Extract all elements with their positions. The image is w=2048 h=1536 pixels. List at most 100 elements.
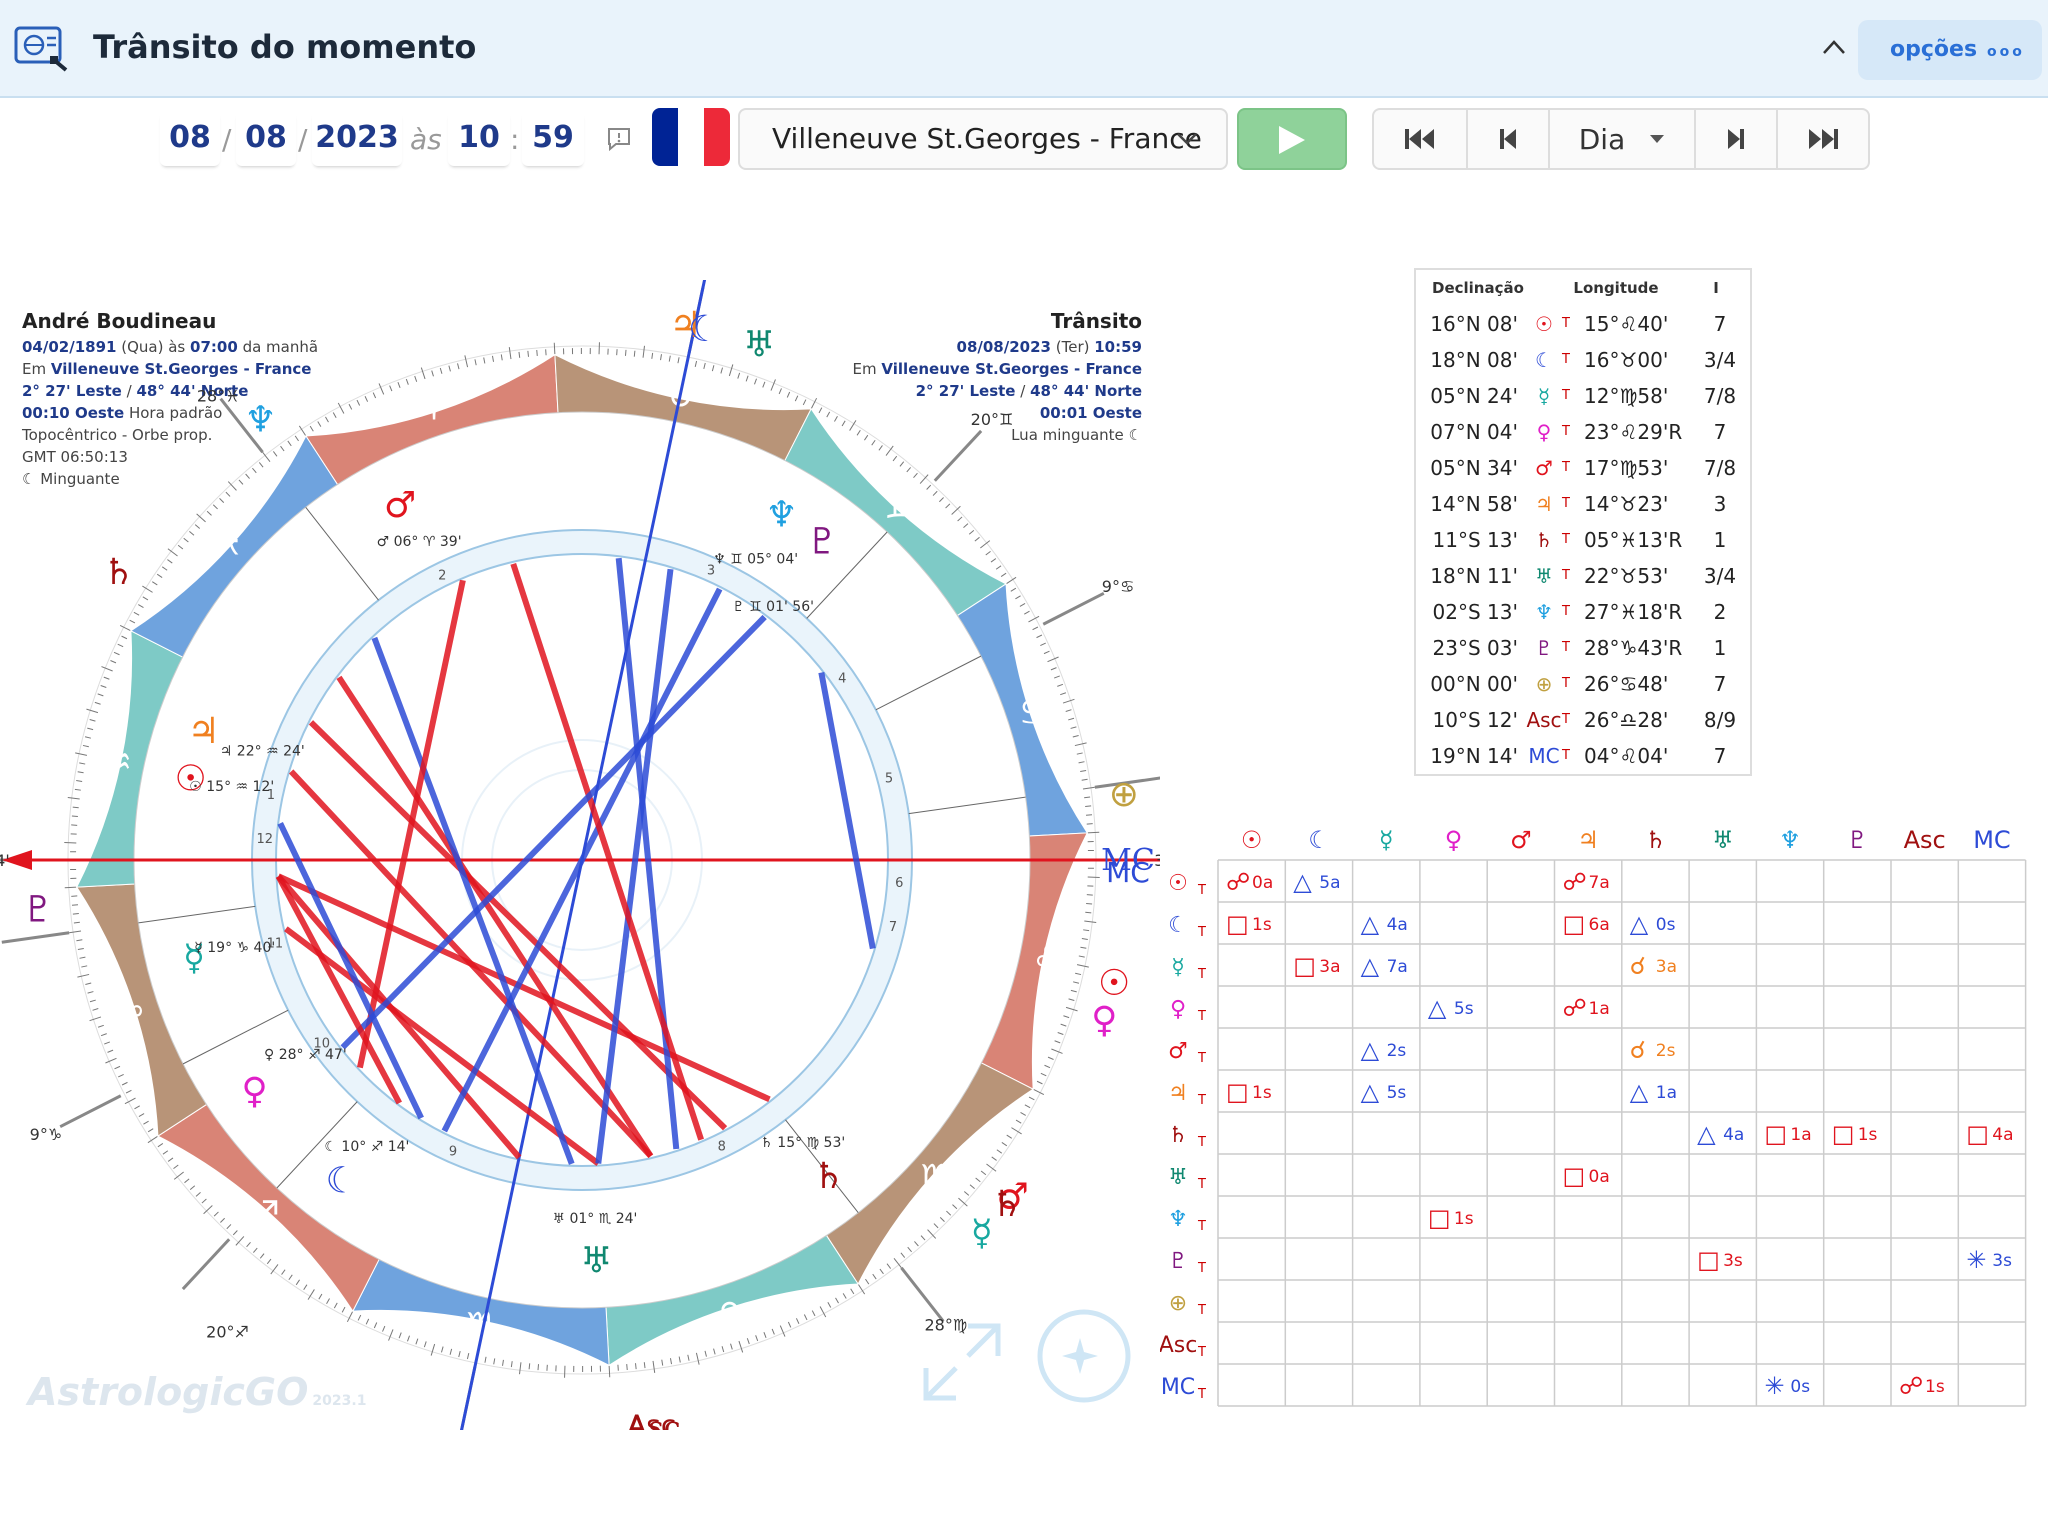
aspect-symbol: □ <box>1226 910 1249 938</box>
natal-planet-label: ♂ 06° ♈ 39' <box>377 534 462 550</box>
degree-tick <box>388 1329 394 1341</box>
degree-tick <box>67 797 80 800</box>
degree-tick <box>1065 709 1072 712</box>
transit-marker: T <box>1562 748 1570 763</box>
collapse-chevron-icon[interactable] <box>1822 32 1846 62</box>
degree-tick <box>110 660 117 664</box>
degree-tick <box>643 1362 646 1369</box>
degree-tick <box>779 1325 786 1337</box>
degree-tick <box>89 999 96 1003</box>
aspect-orb: 4a <box>1387 915 1408 935</box>
degree-tick <box>287 440 292 447</box>
degree-tick <box>1000 572 1007 577</box>
degree-tick <box>87 727 94 731</box>
degree-tick <box>85 982 92 985</box>
positions-table-header: Declinação Longitude I <box>1416 270 1750 306</box>
period-select[interactable]: Dia <box>1550 110 1696 168</box>
hour-input[interactable]: 10 <box>448 110 510 166</box>
aspect-orb: 3a <box>1319 957 1340 977</box>
degree-tick <box>213 1211 219 1217</box>
degree-tick <box>660 354 662 361</box>
aspect-symbol: □ <box>1966 1120 1989 1148</box>
degree-tick <box>73 921 80 924</box>
degree-tick <box>899 461 905 467</box>
house-value: 7 <box>1713 312 1727 336</box>
longitude-value: 23°♌29'R <box>1584 420 1683 444</box>
degree-tick <box>105 1057 117 1064</box>
degree-tick <box>72 913 79 915</box>
row-suffix: T <box>1197 1051 1206 1066</box>
degree-tick <box>794 395 799 402</box>
sparkle-icon[interactable] <box>1036 1308 1132 1404</box>
transit-marker: T <box>1562 352 1570 367</box>
step-back-button[interactable] <box>1468 110 1550 168</box>
minute-input[interactable]: 59 <box>522 110 584 166</box>
zodiac-sign-glyph: ♒ <box>98 739 132 783</box>
options-button[interactable]: opções ooo <box>1858 20 2042 80</box>
declination-value: 19°N 14' <box>1430 744 1518 768</box>
degree-tick <box>318 1293 323 1300</box>
house-value: 2 <box>1713 600 1727 624</box>
degree-tick <box>864 434 869 441</box>
aspect-symbol: □ <box>1697 1246 1720 1274</box>
aspect-symbol: △ <box>1361 1036 1380 1064</box>
aspect-symbol: ☌ <box>1630 952 1646 980</box>
degree-tick <box>754 378 757 385</box>
year-input[interactable]: 2023 <box>312 110 402 166</box>
degree-tick <box>167 559 173 564</box>
zodiac-sign-glyph: ♍ <box>920 1157 954 1201</box>
degree-tick <box>787 1321 792 1328</box>
column-glyph: ☉ <box>1241 826 1263 854</box>
degree-tick <box>968 530 975 535</box>
day-input[interactable]: 08 <box>160 110 220 166</box>
degree-tick <box>892 455 898 462</box>
degree-tick <box>995 565 1002 570</box>
france-flag-button[interactable] <box>652 108 730 166</box>
degree-tick <box>1081 938 1088 940</box>
degree-tick <box>77 973 90 978</box>
degree-tick <box>1076 752 1083 755</box>
fullscreen-icon[interactable] <box>918 1318 1006 1406</box>
degree-tick <box>957 516 963 522</box>
cusp-label: 28°♓ <box>197 387 240 406</box>
degree-tick <box>341 1306 346 1313</box>
planet-glyph: ☾ <box>1535 348 1553 372</box>
degree-tick <box>508 347 512 360</box>
aspect-symbol: ☍ <box>1563 994 1587 1022</box>
aspect-orb: 7a <box>1387 957 1408 977</box>
degree-tick <box>1068 717 1075 721</box>
aspect-symbol: ✳ <box>1764 1372 1784 1400</box>
degree-tick <box>1028 1096 1035 1101</box>
aspect-symbol: ☍ <box>1226 868 1250 896</box>
degree-tick <box>1087 831 1100 834</box>
degree-tick <box>738 1340 744 1353</box>
flag-stripe <box>704 108 730 166</box>
degree-tick <box>333 1302 338 1309</box>
degree-tick <box>76 939 83 942</box>
aspect-symbol: △ <box>1697 1120 1716 1148</box>
natal-planet-glyph: ♀ <box>241 1071 267 1112</box>
degree-tick <box>786 391 791 398</box>
column-glyph: ♄ <box>1645 826 1667 854</box>
comment-icon[interactable] <box>606 126 632 152</box>
location-select[interactable]: Villeneuve St.Georges - France <box>738 108 1228 170</box>
play-button[interactable] <box>1237 108 1347 170</box>
degree-tick <box>378 383 385 395</box>
planet-glyph: ♇ <box>1535 636 1553 660</box>
degree-tick <box>134 1105 140 1110</box>
step-forward-button[interactable] <box>1696 110 1778 168</box>
skip-first-button[interactable] <box>1374 110 1468 168</box>
degree-tick <box>151 581 158 586</box>
aspect-orb: 1a <box>1790 1125 1811 1145</box>
month-input[interactable]: 08 <box>236 110 296 166</box>
degree-tick <box>206 510 212 516</box>
declination-value: 16°N 08' <box>1430 312 1518 336</box>
degree-tick <box>142 596 149 601</box>
degree-tick <box>737 372 741 379</box>
aspect-symbol: △ <box>1361 1078 1380 1106</box>
column-glyph: ♇ <box>1847 826 1869 854</box>
degree-tick <box>303 1284 308 1291</box>
skip-last-button[interactable] <box>1778 110 1868 168</box>
degree-tick <box>415 1338 419 1345</box>
degree-tick <box>173 1164 179 1170</box>
